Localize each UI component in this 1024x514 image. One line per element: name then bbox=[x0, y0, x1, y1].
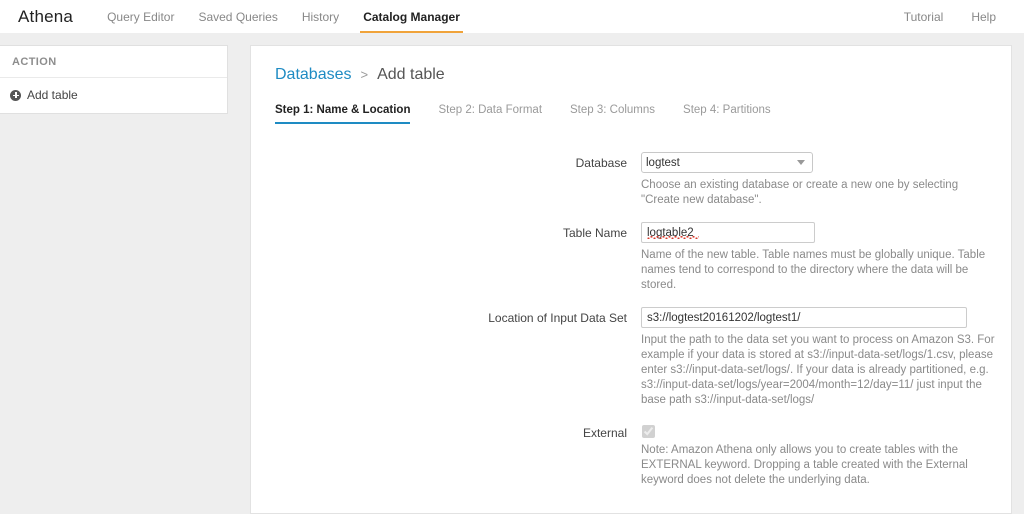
field-database: logtest Choose an existing database or c… bbox=[641, 152, 1011, 208]
sidebar: ACTION Add table bbox=[0, 45, 228, 114]
main-content-area: Databases > Add table Step 1: Name & Loc… bbox=[228, 33, 1024, 514]
label-external: External bbox=[582, 426, 627, 440]
database-select[interactable]: logtest bbox=[641, 152, 813, 173]
table-name-input-wrapper bbox=[641, 222, 815, 243]
add-table-form: Database logtest Choose an existing data… bbox=[251, 124, 1011, 513]
form-row-table-name: Table Name Name of the new table. Table … bbox=[251, 222, 1011, 293]
breadcrumb: Databases > Add table bbox=[251, 46, 1011, 86]
tab-step-3-columns[interactable]: Step 3: Columns bbox=[570, 104, 655, 124]
field-external: Note: Amazon Athena only allows you to c… bbox=[641, 422, 1011, 488]
location-input[interactable] bbox=[641, 307, 967, 328]
form-row-database: Database logtest Choose an existing data… bbox=[251, 152, 1011, 208]
nav-item-help[interactable]: Help bbox=[957, 0, 1010, 33]
label-database: Database bbox=[575, 156, 627, 170]
breadcrumb-current-add-table: Add table bbox=[377, 66, 445, 83]
help-external: Note: Amazon Athena only allows you to c… bbox=[641, 444, 968, 486]
help-database: Choose an existing database or create a … bbox=[641, 179, 959, 206]
field-table-name: Name of the new table. Table names must … bbox=[641, 222, 1011, 293]
nav-item-saved-queries[interactable]: Saved Queries bbox=[186, 0, 289, 33]
sidebar-item-add-table[interactable]: Add table bbox=[0, 78, 227, 113]
nav-item-catalog-manager[interactable]: Catalog Manager bbox=[351, 0, 472, 33]
form-row-external: External Note: Amazon Athena only allows… bbox=[251, 422, 1011, 488]
sidebar-item-add-table-label: Add table bbox=[27, 88, 78, 102]
top-navigation-bar: Athena Query Editor Saved Queries Histor… bbox=[0, 0, 1024, 33]
field-location: Input the path to the data set you want … bbox=[641, 307, 1011, 408]
label-location: Location of Input Data Set bbox=[488, 311, 627, 325]
nav-item-history[interactable]: History bbox=[290, 0, 351, 33]
tab-step-2-data-format[interactable]: Step 2: Data Format bbox=[438, 104, 542, 124]
help-location: Input the path to the data set you want … bbox=[641, 334, 995, 406]
database-select-wrapper: logtest bbox=[641, 152, 813, 173]
secondary-nav: Tutorial Help bbox=[890, 0, 1010, 33]
breadcrumb-separator: > bbox=[360, 67, 369, 82]
breadcrumb-link-databases[interactable]: Databases bbox=[275, 64, 352, 86]
tab-step-4-partitions[interactable]: Step 4: Partitions bbox=[683, 104, 771, 124]
primary-nav: Query Editor Saved Queries History Catal… bbox=[95, 0, 472, 33]
plus-circle-icon bbox=[10, 89, 21, 101]
external-checkbox[interactable] bbox=[642, 425, 655, 438]
app-logo-athena: Athena bbox=[18, 6, 74, 26]
label-table-name: Table Name bbox=[562, 226, 627, 240]
nav-item-tutorial[interactable]: Tutorial bbox=[890, 0, 958, 33]
nav-item-query-editor[interactable]: Query Editor bbox=[95, 0, 186, 33]
form-row-location: Location of Input Data Set Input the pat… bbox=[251, 307, 1011, 408]
table-name-input[interactable] bbox=[641, 222, 815, 243]
wizard-step-tabs: Step 1: Name & Location Step 2: Data For… bbox=[251, 89, 1011, 124]
form-actions: Next bbox=[251, 492, 1011, 513]
tab-step-1-name-location[interactable]: Step 1: Name & Location bbox=[275, 104, 411, 124]
sidebar-section-header-action: ACTION bbox=[0, 46, 227, 78]
add-table-card: Databases > Add table Step 1: Name & Loc… bbox=[250, 45, 1012, 514]
page-body: ACTION Add table Databases > Add table S… bbox=[0, 33, 1024, 514]
help-table-name: Name of the new table. Table names must … bbox=[641, 249, 986, 291]
